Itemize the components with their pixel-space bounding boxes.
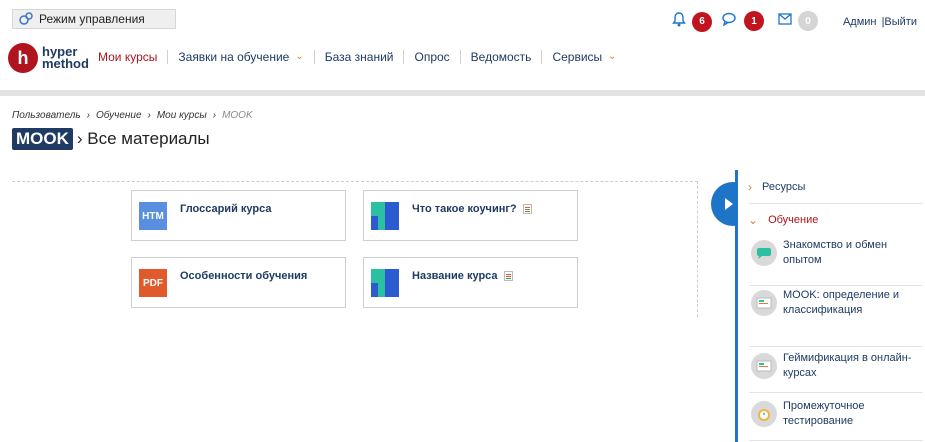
sidebar-section-learning[interactable]: ⌄ Обучение — [748, 213, 818, 227]
pdf-file-icon: PDF — [139, 269, 167, 297]
page-icon — [371, 269, 399, 297]
user-name-link[interactable]: Админ — [843, 16, 877, 28]
course-tag: MOOK — [12, 128, 73, 150]
management-mode-label: Режим управления — [39, 12, 145, 26]
breadcrumb-user[interactable]: Пользователь — [12, 110, 81, 121]
page-title-text: › Все материалы — [76, 129, 210, 148]
logout-link[interactable]: |Выйти — [882, 16, 917, 28]
bell-icon — [672, 11, 686, 32]
nav-item-services[interactable]: Сервисы ⌄ — [541, 50, 626, 64]
document-icon — [751, 353, 777, 379]
material-title: Что такое коучинг? — [412, 203, 517, 215]
nav-item-record[interactable]: Ведомость — [459, 50, 542, 64]
logo-text-line2: method — [42, 56, 89, 71]
sidebar-item-intermediate-test[interactable]: Промежуточное тестирование — [751, 399, 917, 429]
sidebar-divider — [749, 203, 923, 204]
sidebar-divider — [749, 346, 923, 347]
chevron-down-icon: ⌄ — [748, 213, 759, 227]
material-title: Особенности обучения — [180, 270, 308, 282]
sidebar-item-mook-definition[interactable]: MOOK: определение и классификация — [751, 288, 917, 318]
material-card[interactable]: Что такое коучинг? — [363, 190, 578, 241]
messages-chat[interactable]: 1 — [722, 11, 764, 31]
sidebar-divider — [749, 285, 923, 286]
messages-count-badge: 1 — [744, 11, 764, 31]
notifications-bell[interactable]: 6 — [672, 11, 712, 32]
breadcrumb: Пользователь › Обучение › Мои курсы › MOOK — [12, 110, 253, 121]
material-title: Глоссарий курса — [180, 203, 272, 215]
nav-item-training-requests[interactable]: Заявки на обучение ⌄ — [167, 50, 313, 64]
mail-count-badge: 0 — [798, 11, 818, 31]
breadcrumb-learning[interactable]: Обучение — [96, 110, 142, 121]
logo-mark: h — [8, 43, 38, 73]
material-card[interactable]: HTM Глоссарий курса — [131, 190, 346, 241]
sidebar-item-intro[interactable]: Знакомство и обмен опытом — [751, 238, 917, 268]
mail-inbox[interactable]: 0 — [778, 11, 818, 31]
sidebar-divider — [749, 440, 923, 441]
page-title: MOOK › Все материалы — [12, 128, 210, 150]
material-card[interactable]: PDF Особенности обучения — [131, 257, 346, 308]
user-menu: Админ |Выйти — [841, 16, 917, 28]
mail-icon — [778, 12, 792, 30]
sidebar-section-resources[interactable]: › Ресурсы — [748, 180, 805, 194]
forum-icon — [751, 240, 777, 266]
document-icon — [751, 290, 777, 316]
document-icon — [522, 204, 532, 214]
main-nav: Мои курсы Заявки на обучение ⌄ База знани… — [98, 50, 627, 64]
chat-icon — [722, 12, 738, 31]
gears-icon — [13, 12, 39, 26]
breadcrumb-my-courses[interactable]: Мои курсы — [157, 110, 207, 121]
sidebar-divider — [749, 392, 923, 393]
notifications-count-badge: 6 — [692, 11, 712, 32]
chevron-down-icon: ⌄ — [608, 51, 617, 62]
hypermethod-logo[interactable]: h hyper method — [8, 43, 89, 73]
page-icon — [371, 202, 399, 230]
material-title: Название курса — [412, 270, 498, 282]
nav-item-survey[interactable]: Опрос — [403, 50, 459, 64]
management-mode-button[interactable]: Режим управления — [12, 9, 176, 29]
material-card[interactable]: Название курса — [363, 257, 578, 308]
nav-item-my-courses[interactable]: Мои курсы — [98, 50, 167, 64]
sidebar-item-gamification[interactable]: Геймификация в онлайн-курсах — [751, 351, 917, 381]
chevron-right-icon: › — [748, 180, 752, 194]
materials-area — [12, 181, 698, 317]
header-divider — [0, 90, 925, 96]
nav-item-knowledge-base[interactable]: База знаний — [313, 50, 404, 64]
stopwatch-icon — [751, 401, 777, 427]
document-icon — [503, 271, 513, 281]
breadcrumb-current: MOOK — [222, 110, 253, 121]
chevron-down-icon: ⌄ — [295, 51, 304, 62]
course-sidebar: › Ресурсы ⌄ Обучение Знакомство и обмен … — [735, 170, 925, 442]
htm-file-icon: HTM — [139, 202, 167, 230]
